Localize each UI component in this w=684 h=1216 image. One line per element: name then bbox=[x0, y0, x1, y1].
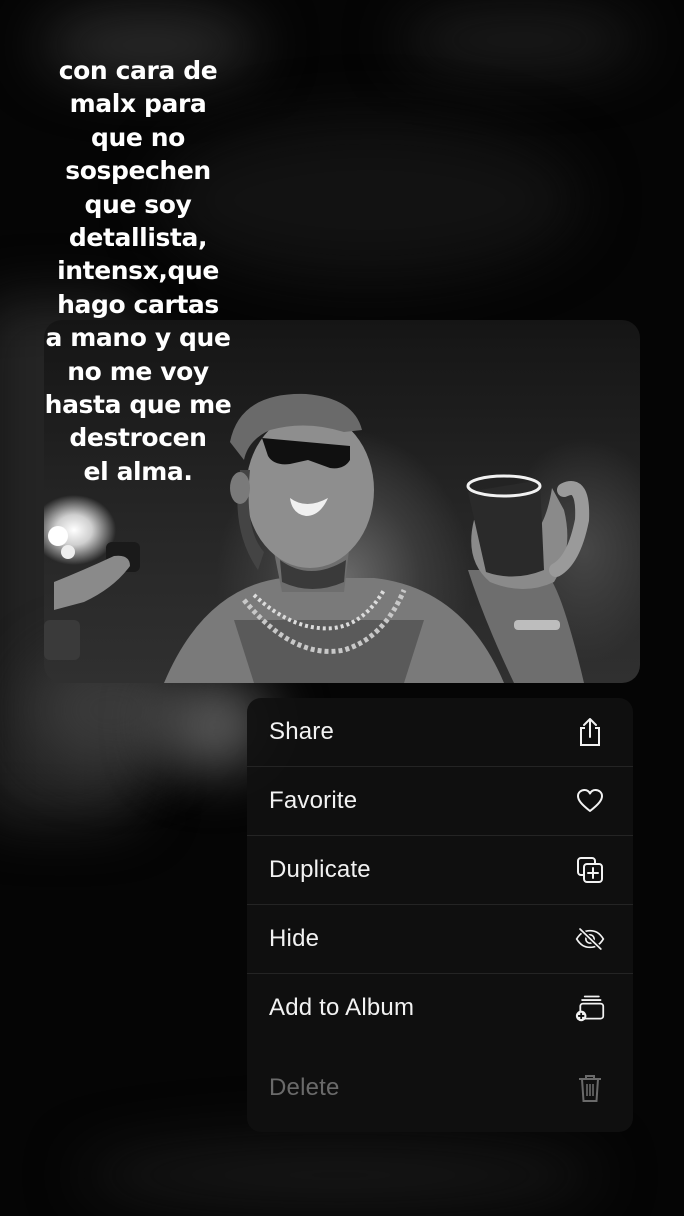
eye-slash-icon bbox=[575, 924, 605, 954]
menu-item-label: Hide bbox=[269, 925, 320, 952]
caption-line: hago cartas bbox=[57, 289, 219, 319]
caption-line: intensx,que bbox=[57, 256, 219, 286]
menu-item-label: Delete bbox=[269, 1074, 340, 1101]
caption-line: que no bbox=[91, 122, 185, 152]
caption-line: destrocen bbox=[69, 423, 207, 453]
menu-item-label: Share bbox=[269, 718, 335, 745]
menu-item-label: Add to Album bbox=[269, 994, 415, 1021]
menu-item-share[interactable]: Share bbox=[247, 698, 633, 766]
caption-line: no me voy bbox=[67, 356, 209, 386]
menu-item-add-to-album[interactable]: Add to Album bbox=[247, 974, 633, 1042]
menu-item-favorite[interactable]: Favorite bbox=[247, 767, 633, 835]
caption-text: con cara de malx para que no sospechen q… bbox=[38, 54, 238, 488]
caption-line: que soy bbox=[84, 189, 192, 219]
context-menu: Share Favorite Duplicate Hide Add to Alb… bbox=[247, 698, 633, 1132]
caption-line: detallista, bbox=[68, 223, 208, 253]
duplicate-icon bbox=[575, 855, 605, 885]
caption-line: sospechen bbox=[65, 156, 211, 186]
caption-line: el alma. bbox=[83, 456, 193, 486]
share-icon bbox=[575, 717, 605, 747]
menu-item-label: Duplicate bbox=[269, 856, 371, 883]
heart-icon bbox=[575, 786, 605, 816]
caption-line: hasta que me bbox=[44, 390, 232, 420]
menu-item-delete[interactable]: Delete bbox=[247, 1054, 633, 1122]
trash-icon bbox=[575, 1073, 605, 1103]
caption-line: a mano y que bbox=[45, 323, 231, 353]
caption-line: malx para bbox=[69, 89, 207, 119]
caption-line: con cara de bbox=[58, 56, 218, 85]
menu-item-duplicate[interactable]: Duplicate bbox=[247, 836, 633, 904]
menu-item-label: Favorite bbox=[269, 787, 358, 814]
menu-item-hide[interactable]: Hide bbox=[247, 905, 633, 973]
add-to-album-icon bbox=[575, 993, 605, 1023]
